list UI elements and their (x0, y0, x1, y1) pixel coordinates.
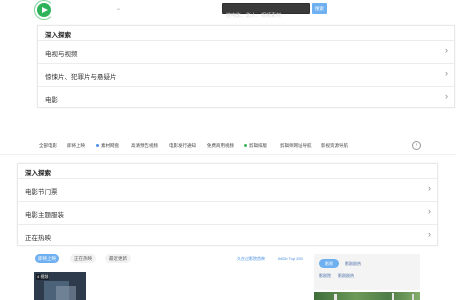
nav-item-all-movies[interactable]: 全部电影 (39, 143, 57, 149)
video-badge: 4 视频 (36, 274, 50, 280)
explore-item[interactable]: 惊悚片、犯罪片与悬疑片 › (38, 63, 454, 87)
chevron-right-icon: › (445, 45, 448, 55)
search-button[interactable]: 搜索 (312, 3, 327, 14)
sidebar-pill[interactable]: 影视 (319, 259, 339, 268)
explore-panel-bottom: 深入探索 电影节门票 › 电影主题服装 › 正在热映 › (17, 163, 438, 246)
leaf-icon (244, 144, 247, 147)
explore-item[interactable]: 电影主题服装 › (18, 201, 437, 225)
nav-item-resource-links[interactable]: 影视资源导航 (321, 143, 348, 149)
explore-item-label: 惊悚片、犯罪片与悬疑片 (45, 74, 117, 81)
tab-coming-soon[interactable]: 即将上映 (35, 254, 59, 263)
chevron-right-icon: › (445, 91, 448, 101)
sidebar-link[interactable]: 影剧剧热 (345, 261, 361, 267)
explore-item-label: 电影 (45, 97, 58, 104)
explore-item-label: 正在热映 (25, 235, 51, 242)
explore-item[interactable]: 电视与视频 › (38, 40, 454, 64)
sidebar-link[interactable]: 影剧剧热 (338, 273, 354, 279)
sidebar-link[interactable]: 影剧院 (319, 273, 331, 279)
explore-item-label: 电影主题服装 (25, 212, 64, 219)
nav-item-editor-links[interactable]: 剪辑师网址导航 (280, 143, 312, 149)
sidebar-banner-image[interactable] (314, 292, 420, 300)
nav-item-asset-drive[interactable]: 素材网盘 (101, 143, 119, 149)
divider (0, 154, 456, 155)
play-icon (42, 6, 48, 13)
tab-recently-updated[interactable]: 最近更新 (105, 254, 131, 263)
chevron-down-icon[interactable]: ⌄ (116, 5, 121, 12)
cloud-icon (96, 144, 99, 147)
chevron-right-icon: › (428, 206, 431, 216)
nav-item-release-notice[interactable]: 电影发行通知 (169, 143, 196, 149)
site-logo[interactable] (34, 0, 54, 20)
nav-next-icon[interactable]: › (412, 141, 421, 150)
nav-item-edit-layout[interactable]: 剪辑排版 (249, 143, 267, 149)
chevron-right-icon: › (445, 68, 448, 78)
movie-thumbnail[interactable]: 4 视频 (34, 272, 86, 300)
search-input[interactable] (223, 11, 309, 21)
banner-detail (392, 293, 394, 300)
explore-panel-top: 深入探索 电视与视频 › 惊悚片、犯罪片与悬疑片 › 电影 › (37, 25, 455, 108)
banner-detail (412, 294, 414, 300)
sidebar-box: 影视 影剧剧热 影剧院 影剧剧热 (314, 254, 420, 290)
nav-item-free-videos[interactable]: 免费商用视频 (207, 143, 234, 149)
category-nav: 全部电影 即将上映 素材网盘 高清预告视频 电影发行通知 免费商用视频 剪辑排版… (37, 140, 423, 152)
nav-item-coming-soon[interactable]: 即将上映 (67, 143, 85, 149)
premiere-link[interactable]: 久在过影院首映 (237, 256, 265, 262)
thumbnail-image (56, 286, 76, 300)
explore-item[interactable]: 正在热映 › (18, 224, 437, 248)
panel-title: 深入探索 (45, 32, 71, 39)
explore-item[interactable]: 电影 › (38, 86, 454, 110)
nav-item-hd-trailers[interactable]: 高清预告视频 (131, 143, 158, 149)
explore-item-label: 电影节门票 (25, 189, 58, 196)
banner-detail (334, 294, 337, 300)
chevron-right-icon: › (428, 183, 431, 193)
search-input-wrapper[interactable] (222, 3, 310, 21)
tab-now-playing[interactable]: 正在热映 (70, 254, 96, 263)
chevron-right-icon: › (428, 229, 431, 239)
explore-item[interactable]: 电影节门票 › (18, 178, 437, 202)
panel-title: 深入探索 (25, 170, 51, 177)
imdb-top-link[interactable]: IMDb Top 250 (278, 256, 303, 261)
explore-item-label: 电视与视频 (45, 51, 78, 58)
